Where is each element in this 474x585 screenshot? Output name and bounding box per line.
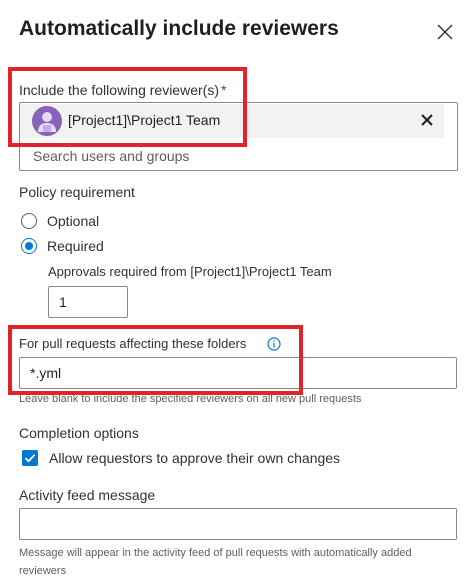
radio-optional-label: Optional bbox=[47, 213, 100, 229]
approvals-input[interactable] bbox=[48, 286, 128, 318]
highlight-box-reviewers bbox=[8, 67, 247, 147]
radio-required-label: Required bbox=[47, 238, 104, 254]
activity-label: Activity feed message bbox=[19, 487, 156, 503]
highlight-box-folders bbox=[8, 325, 303, 395]
approvals-label: Approvals required from [Project1]\Proje… bbox=[48, 264, 332, 279]
dialog-title: Automatically include reviewers bbox=[19, 17, 339, 40]
close-icon bbox=[437, 24, 453, 40]
radio-required[interactable] bbox=[21, 238, 37, 254]
allow-self-approve-label: Allow requestors to approve their own ch… bbox=[49, 450, 341, 466]
activity-input[interactable] bbox=[19, 508, 457, 540]
policy-label: Policy requirement bbox=[19, 184, 135, 200]
checkmark-icon bbox=[24, 454, 36, 463]
remove-reviewer-button[interactable] bbox=[420, 113, 434, 127]
radio-optional[interactable] bbox=[21, 213, 37, 229]
close-button[interactable] bbox=[436, 23, 454, 41]
activity-helper: Message will appear in the activity feed… bbox=[19, 547, 412, 577]
completion-label: Completion options bbox=[19, 425, 139, 441]
allow-self-approve-checkbox[interactable] bbox=[22, 450, 38, 466]
remove-icon bbox=[421, 114, 433, 126]
search-input[interactable] bbox=[33, 146, 433, 166]
